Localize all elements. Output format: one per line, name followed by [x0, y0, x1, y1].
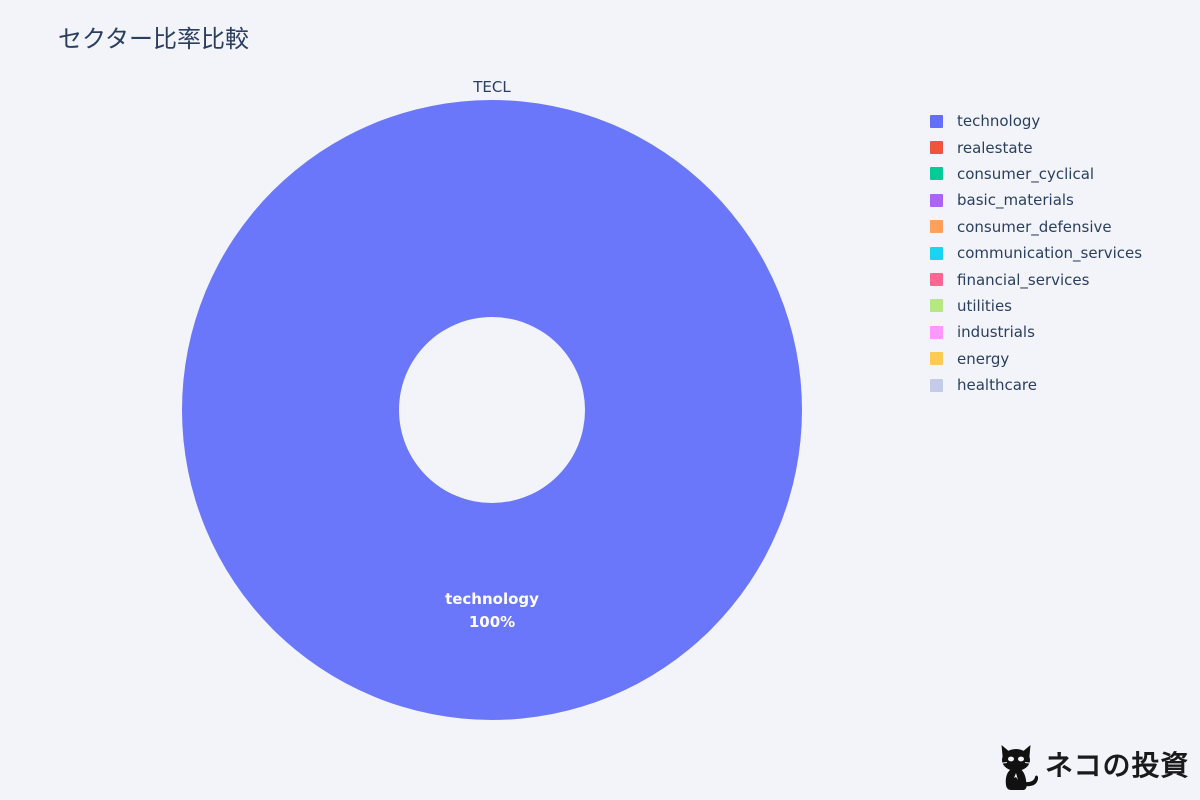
legend-item-label: consumer_defensive — [957, 217, 1112, 236]
legend-item-label: technology — [957, 112, 1041, 131]
legend-item-basic-materials[interactable]: basic_materials — [930, 187, 1192, 213]
legend-item-label: realestate — [957, 138, 1033, 157]
legend-item-industrials[interactable]: industrials — [930, 319, 1192, 345]
watermark: ネコの投資 — [995, 738, 1189, 794]
legend-item-energy[interactable]: energy — [930, 346, 1192, 372]
legend-item-utilities[interactable]: utilities — [930, 293, 1192, 319]
legend-swatch-icon — [930, 167, 943, 181]
legend-item-realestate[interactable]: realestate — [930, 134, 1192, 160]
legend-swatch-icon — [930, 220, 943, 234]
legend-item-label: consumer_cyclical — [957, 164, 1095, 183]
legend-swatch-icon — [930, 352, 943, 366]
donut-chart: technology 100% — [182, 100, 802, 720]
legend-item-healthcare[interactable]: healthcare — [930, 372, 1192, 398]
donut-hole — [399, 317, 585, 503]
cat-icon — [998, 745, 1039, 790]
legend-swatch-icon — [930, 378, 943, 392]
legend-swatch-icon — [930, 141, 943, 155]
legend-item-financial-services[interactable]: financial_services — [930, 266, 1192, 292]
legend-item-label: energy — [957, 349, 1010, 368]
watermark-text: ネコの投資 — [1045, 749, 1190, 782]
legend-item-label: financial_services — [957, 270, 1090, 289]
legend-item-label: industrials — [957, 323, 1035, 342]
subplot-title: TECL — [473, 78, 511, 96]
legend-item-label: healthcare — [957, 376, 1037, 395]
donut-chart-svg — [182, 100, 802, 720]
chart-plot-area: TECL technology 100% — [0, 0, 920, 800]
legend-swatch-icon — [930, 114, 943, 128]
legend-item-label: basic_materials — [957, 191, 1074, 210]
legend-item-consumer-cyclical[interactable]: consumer_cyclical — [930, 161, 1192, 187]
legend-item-communication-services[interactable]: communication_services — [930, 240, 1192, 266]
legend-item-label: utilities — [957, 296, 1012, 315]
legend-item-consumer-defensive[interactable]: consumer_defensive — [930, 214, 1192, 240]
legend-item-technology[interactable]: technology — [930, 108, 1192, 134]
legend-swatch-icon — [930, 299, 943, 313]
legend-swatch-icon — [930, 325, 943, 339]
legend-item-label: communication_services — [957, 244, 1143, 263]
legend-swatch-icon — [930, 193, 943, 207]
legend-swatch-icon — [930, 273, 943, 287]
chart-legend: technology realestate consumer_cyclical … — [930, 108, 1192, 398]
legend-swatch-icon — [930, 246, 943, 260]
